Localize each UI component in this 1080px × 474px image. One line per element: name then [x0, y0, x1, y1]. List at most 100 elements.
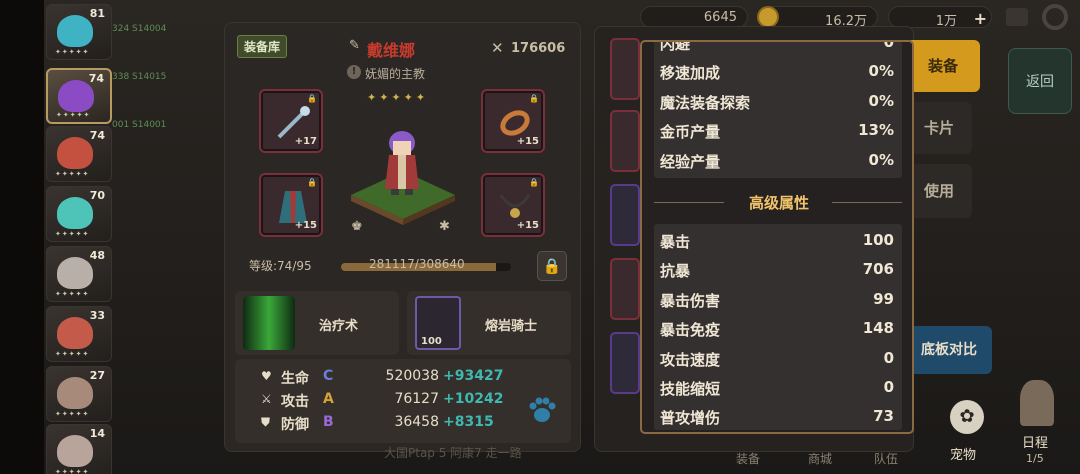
attribute-value: 0 [883, 348, 894, 367]
roster-hero-card[interactable]: 33 ✦✦✦✦✦ [46, 306, 112, 362]
stat-row-defense: ⛊ 防御 B 36458 +8315 [235, 413, 525, 435]
equip-slot-armor[interactable]: 🔒 +15 [259, 173, 323, 237]
advanced-attributes: 暴击 100 抗暴 706 暴击伤害 99 暴击免疫 148 攻击速度 0 技能缩短 0 普攻增伤 73 [654, 224, 902, 430]
lock-icon: 🔒 [529, 94, 539, 103]
paw-icon[interactable] [527, 395, 557, 425]
attribute-row: 魔法装备探索 0% [654, 87, 902, 116]
basic-attributes: 闪避 0 移速加成 0% 魔法装备探索 0% 金币产量 13% 经验产量 0% [654, 40, 902, 178]
attribute-row: 攻击速度 0 [654, 344, 902, 373]
attribute-name: 魔法装备探索 [660, 93, 751, 112]
inventory-slot[interactable] [610, 332, 640, 394]
attribute-row: 抗暴 706 [654, 255, 902, 284]
stat-bonus: +8315 [443, 414, 494, 430]
attribute-name: 暴击 [660, 233, 691, 251]
info-icon[interactable]: ! [347, 65, 361, 79]
hero-roster: 81 ✦✦✦✦✦ 74 ✦✦✦✦✦ 74 ✦✦✦✦✦ 70 ✦✦✦✦✦ 48 ✦✦✦✦✦ 33 ✦✦✦… [44, 0, 114, 474]
hero-portrait [57, 137, 93, 169]
attribute-name: 闪避 [660, 40, 691, 53]
stat-bonus: +10242 [443, 391, 504, 407]
roster-hero-card[interactable]: 70 ✦✦✦✦✦ [46, 186, 112, 242]
attribute-value: 0% [868, 62, 894, 81]
lock-icon: 🔒 [307, 178, 317, 187]
inventory-tag[interactable]: 装备库 [237, 35, 288, 58]
back-button[interactable]: 返回 [1008, 48, 1072, 114]
attribute-row: 经验产量 0% [654, 146, 902, 175]
roster-stars: ✦✦✦✦✦ [55, 230, 90, 238]
inventory-slot[interactable] [610, 38, 640, 100]
roster-level: 27 [89, 369, 105, 382]
bottom-tab-team[interactable]: 队伍 [874, 450, 898, 467]
hero-panel: 装备库 ✎ 戴维娜 ! 妩媚的主教 ✕ 176606 ✦✦✦✦✦ 🔒 +17 🔒… [224, 22, 581, 452]
chat-ticker: 大国Ptap 5 阿康7 走一路 [384, 446, 522, 460]
attribute-name: 暴击伤害 [660, 291, 721, 310]
hero-portrait [57, 257, 93, 289]
attribute-name: 攻击速度 [660, 350, 721, 369]
attribute-name: 金币产量 [660, 123, 721, 142]
attribute-row: 技能缩短 0 [654, 373, 902, 402]
roster-stars: ✦✦✦✦✦ [55, 350, 90, 358]
stat-grade: B [323, 414, 334, 430]
mail-icon[interactable] [1006, 8, 1028, 26]
energy-counter: 1万 + [888, 6, 992, 29]
energy-value: 1万 [935, 14, 957, 29]
equip-bonus: +15 [516, 220, 539, 231]
equip-slot-necklace[interactable]: 🔒 +15 [481, 173, 545, 237]
equip-bonus: +17 [294, 136, 317, 147]
roster-hero-card[interactable]: 48 ✦✦✦✦✦ [46, 246, 112, 302]
stat-name: 生命 [281, 371, 309, 387]
cards-button[interactable]: 卡片 [906, 102, 972, 154]
gold-counter: 6645 [640, 6, 748, 28]
inventory-slot[interactable] [610, 258, 640, 320]
stat-grade: C [323, 368, 334, 384]
hero-name: 戴维娜 [367, 41, 416, 60]
equip-slot-accessory[interactable]: 🔒 +15 [481, 89, 545, 153]
add-energy-button[interactable]: + [974, 9, 987, 28]
pet-menu-button[interactable]: ✿ 宠物 [944, 400, 990, 466]
roster-hero-card[interactable]: 74 ✦✦✦✦✦ [46, 126, 112, 182]
roster-hero-card[interactable]: 14 ✦✦✦✦✦ [46, 424, 112, 474]
roster-stars: ✦✦✦✦✦ [55, 290, 90, 298]
pet-card[interactable]: 100 熔岩骑士 [407, 291, 571, 355]
pet-icon: 100 [415, 296, 461, 350]
equip-bonus: +15 [516, 136, 539, 147]
coin-icon [757, 6, 779, 28]
hero-portrait [57, 317, 93, 349]
stat-value: 76127 [394, 391, 439, 407]
pencil-icon[interactable]: ✎ [349, 38, 363, 53]
bottom-tab-equip[interactable]: 装备 [736, 450, 760, 467]
attribute-name: 普攻增伤 [660, 409, 721, 428]
power-icon: ✕ [491, 39, 504, 57]
roster-stars: ✦✦✦✦✦ [55, 468, 90, 474]
attribute-value: 0 [883, 40, 894, 51]
settings-icon[interactable] [1042, 4, 1068, 30]
stat-row-attack: ⚔ 攻击 A 76127 +10242 [235, 390, 525, 412]
lock-icon: 🔒 [529, 178, 539, 187]
inventory-slot[interactable] [610, 110, 640, 172]
attribute-row: 移速加成 0% [654, 57, 902, 86]
compare-button[interactable]: 底板对比 [906, 326, 992, 374]
equip-tab-button[interactable]: 装备 [906, 40, 980, 92]
power-value: 176606 [511, 41, 566, 56]
roster-hero-card[interactable]: 81 ✦✦✦✦✦ [46, 4, 112, 60]
lock-icon: 🔒 [307, 94, 317, 103]
roster-hero-card[interactable]: 74 ✦✦✦✦✦ [46, 68, 112, 124]
use-button[interactable]: 使用 [906, 164, 972, 218]
gold-value: 6645 [703, 10, 737, 25]
stat-grade: A [323, 391, 334, 407]
attribute-name: 抗暴 [660, 262, 691, 281]
hero-avatar[interactable] [377, 127, 427, 197]
schedule-button[interactable]: 日程 1/5 [1010, 380, 1066, 474]
attribute-value: 13% [858, 121, 894, 140]
equip-slot-weapon[interactable]: 🔒 +17 [259, 89, 323, 153]
attribute-value: 0% [868, 150, 894, 169]
heart-icon: ♥ [261, 369, 272, 383]
bottom-tab-shop[interactable]: 商城 [808, 450, 832, 467]
roster-hero-card[interactable]: 27 ✦✦✦✦✦ [46, 366, 112, 422]
skill-card[interactable]: 治疗术 [235, 291, 399, 355]
attribute-row: 暴击 100 [654, 226, 902, 255]
lock-button[interactable]: 🔒 [537, 251, 567, 281]
inventory-slot[interactable] [610, 184, 640, 246]
attribute-name: 经验产量 [660, 152, 721, 171]
stat-bonus: +93427 [443, 368, 504, 384]
attribute-value: 100 [862, 231, 894, 249]
